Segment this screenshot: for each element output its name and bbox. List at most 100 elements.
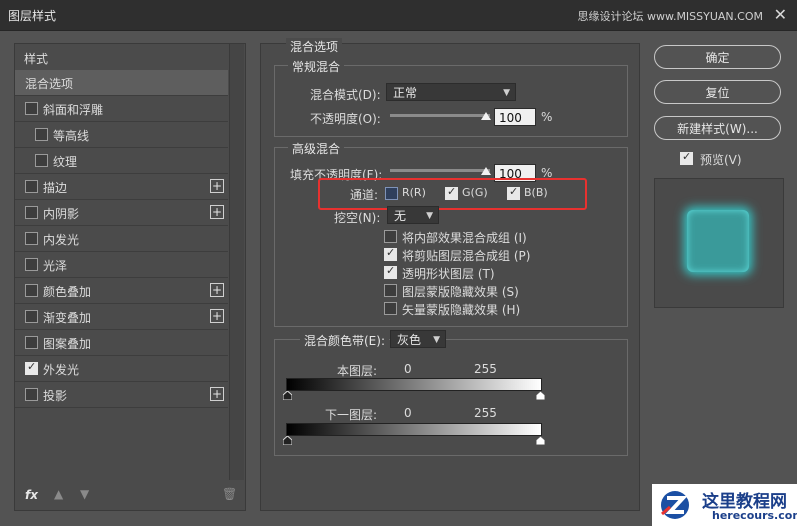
style-item-checkbox[interactable] — [25, 284, 38, 297]
style-item-label: 外发光 — [43, 363, 80, 377]
add-effect-icon[interactable]: + — [210, 179, 224, 193]
advanced-option-checkbox[interactable] — [384, 246, 397, 261]
style-item[interactable]: 渐变叠加 + — [15, 304, 228, 330]
advanced-option-checkbox[interactable] — [384, 302, 397, 315]
styles-header: 样式 — [24, 52, 49, 66]
knockout-select[interactable]: 无 ▼ — [387, 206, 439, 224]
style-item-checkbox[interactable] — [25, 232, 38, 245]
scrollbar[interactable] — [229, 44, 244, 480]
preview-swatch — [654, 178, 784, 308]
style-item-checkbox[interactable] — [25, 310, 38, 323]
style-item-label: 纹理 — [53, 155, 78, 169]
opacity-slider[interactable] — [390, 114, 490, 117]
style-item[interactable]: 等高线 — [15, 122, 228, 148]
style-item-checkbox[interactable] — [25, 180, 38, 193]
knockout-value: 无 — [394, 209, 407, 223]
move-down-icon[interactable]: ▼ — [80, 487, 89, 501]
style-item-checkbox[interactable] — [25, 102, 38, 115]
blend-mode-select[interactable]: 正常 ▼ — [386, 83, 516, 101]
under-layer-white-stop[interactable] — [536, 436, 545, 445]
chevron-down-icon: ▼ — [433, 335, 440, 345]
style-item-label: 混合选项 — [25, 77, 74, 91]
this-layer-gradient — [286, 378, 542, 391]
under-layer-gradient — [286, 423, 542, 436]
general-blending-title: 常规混合 — [288, 58, 345, 75]
style-item[interactable]: 投影 + — [15, 382, 228, 408]
under-layer-min: 0 — [404, 406, 412, 420]
watermark-logo-icon — [661, 491, 689, 519]
style-item[interactable]: 纹理 — [15, 148, 228, 174]
this-layer-label: 本图层: — [337, 364, 378, 378]
style-item[interactable]: 外发光 — [15, 356, 228, 382]
under-layer-max: 255 — [474, 406, 497, 420]
ok-button[interactable]: 确定 — [654, 45, 781, 69]
style-item-checkbox[interactable] — [25, 336, 38, 349]
highlight-box — [318, 178, 587, 210]
style-item-label: 斜面和浮雕 — [43, 103, 104, 117]
style-item[interactable]: 图案叠加 — [15, 330, 228, 356]
advanced-option-label: 将剪贴图层混合成组 (P) — [402, 249, 531, 263]
advanced-option-checkbox[interactable] — [384, 264, 397, 279]
fx-icon[interactable]: fx — [25, 488, 38, 502]
watermark-box: 这里教程网 herecours.com — [652, 484, 797, 526]
section-title: 混合选项 — [286, 38, 343, 55]
window-title: 图层样式 — [8, 9, 57, 23]
style-item-checkbox[interactable] — [25, 360, 38, 375]
chevron-down-icon: ▼ — [426, 211, 433, 221]
style-item[interactable]: 描边 + — [15, 174, 228, 200]
close-icon[interactable]: ✕ — [774, 5, 787, 24]
advanced-option-label: 将内部效果混合成组 (I) — [402, 231, 527, 245]
style-item[interactable]: 光泽 — [15, 252, 228, 278]
this-layer-min: 0 — [404, 362, 412, 376]
style-item-checkbox[interactable] — [35, 128, 48, 141]
this-layer-black-stop[interactable] — [283, 391, 292, 400]
fill-opacity-slider[interactable] — [390, 169, 490, 172]
add-effect-icon[interactable]: + — [210, 309, 224, 323]
style-item[interactable]: 斜面和浮雕 — [15, 96, 228, 122]
watermark-top: 思缘设计论坛 www.MISSYUAN.COM — [577, 10, 763, 23]
under-layer-label: 下一图层: — [325, 408, 378, 422]
blend-mode-label: 混合模式(D): — [310, 88, 381, 102]
style-item[interactable]: 内阴影 + — [15, 200, 228, 226]
style-item-label: 光泽 — [43, 259, 68, 273]
advanced-blending-title: 高级混合 — [288, 140, 345, 157]
advanced-option-label: 矢量蒙版隐藏效果 (H) — [402, 303, 521, 317]
blend-if-value: 灰色 — [397, 333, 422, 347]
opacity-input[interactable]: 100 — [494, 108, 536, 126]
move-up-icon[interactable]: ▲ — [54, 487, 63, 501]
style-item[interactable]: 混合选项 — [15, 70, 228, 96]
style-item-checkbox[interactable] — [25, 258, 38, 271]
blend-if-select[interactable]: 灰色 ▼ — [390, 330, 446, 348]
style-item-label: 颜色叠加 — [43, 285, 92, 299]
style-item-checkbox[interactable] — [25, 206, 38, 219]
this-layer-white-stop[interactable] — [536, 391, 545, 400]
preview-label: 预览(V) — [700, 153, 742, 167]
under-layer-black-stop[interactable] — [283, 436, 292, 445]
add-effect-icon[interactable]: + — [210, 283, 224, 297]
watermark-url: herecours.com — [712, 509, 797, 522]
style-item-label: 渐变叠加 — [43, 311, 92, 325]
add-effect-icon[interactable]: + — [210, 387, 224, 401]
preview-checkbox[interactable] — [680, 150, 693, 165]
blend-if-label: 混合颜色带(E): — [300, 332, 389, 349]
style-item[interactable]: 颜色叠加 + — [15, 278, 228, 304]
reset-button[interactable]: 复位 — [654, 80, 781, 104]
add-effect-icon[interactable]: + — [210, 205, 224, 219]
advanced-option-checkbox[interactable] — [384, 284, 397, 297]
style-item-label: 图案叠加 — [43, 337, 92, 351]
style-item[interactable]: 内发光 — [15, 226, 228, 252]
advanced-option-label: 图层蒙版隐藏效果 (S) — [402, 285, 519, 299]
new-style-button[interactable]: 新建样式(W)... — [654, 116, 781, 140]
advanced-option-label: 透明形状图层 (T) — [402, 267, 495, 281]
blend-mode-value: 正常 — [393, 86, 418, 100]
this-layer-max: 255 — [474, 362, 497, 376]
chevron-down-icon: ▼ — [503, 88, 510, 98]
style-item-checkbox[interactable] — [25, 388, 38, 401]
advanced-option-checkbox[interactable] — [384, 230, 397, 243]
trash-icon[interactable]: 🗑 — [222, 487, 237, 501]
opacity-slider-thumb[interactable] — [481, 112, 491, 120]
style-item-label: 描边 — [43, 181, 68, 195]
style-item-label: 等高线 — [53, 129, 90, 143]
style-item-checkbox[interactable] — [35, 154, 48, 167]
fill-opacity-slider-thumb[interactable] — [481, 167, 491, 175]
